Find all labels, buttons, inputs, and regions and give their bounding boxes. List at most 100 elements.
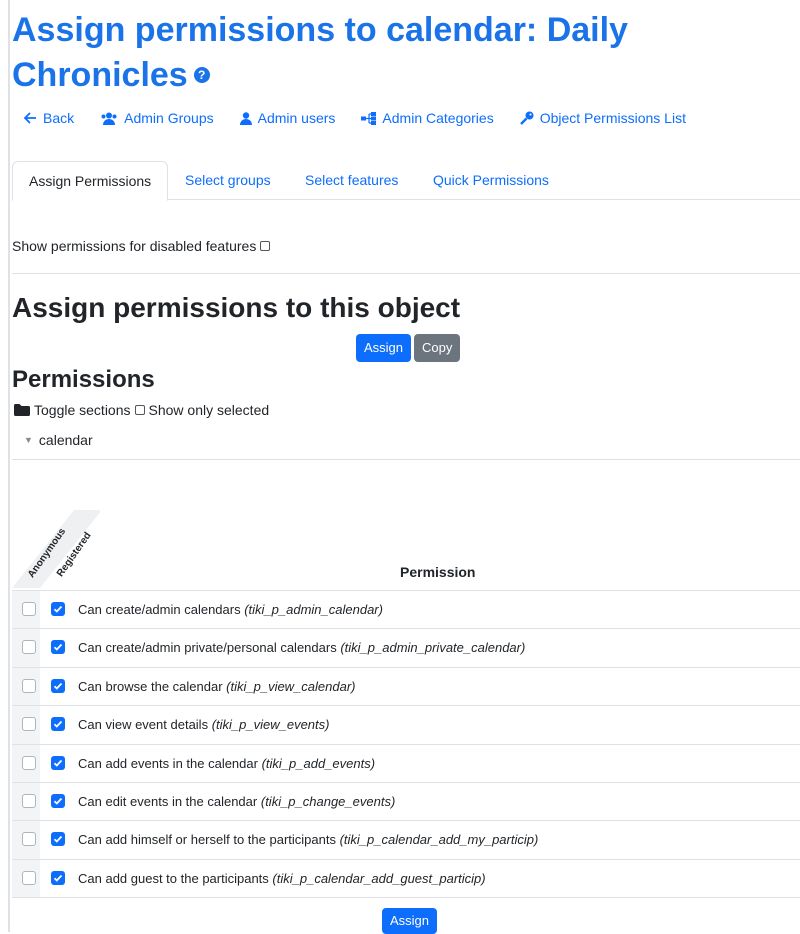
check-icon	[53, 797, 63, 805]
permissions-table: Can create/admin calendars (tiki_p_admin…	[12, 591, 800, 899]
column-permission: Permission	[400, 564, 476, 580]
table-row: Can add guest to the participants (tiki_…	[12, 860, 800, 899]
anonymous-checkbox[interactable]	[22, 640, 36, 655]
permission-label: Can create/admin calendars	[78, 602, 241, 617]
page-title: Assign permissions to calendar: Daily Ch…	[12, 8, 792, 98]
tab-assign-permissions[interactable]: Assign Permissions	[12, 161, 169, 201]
permission-label: Can add himself or herself to the partic…	[78, 832, 336, 848]
back-link-label: Back	[43, 110, 75, 126]
bottom-assign-button[interactable]: Assign	[382, 908, 438, 934]
admin-groups-link[interactable]: Admin Groups	[100, 110, 214, 126]
show-only-selected-checkbox[interactable]	[134, 405, 145, 415]
check-icon	[53, 836, 63, 844]
anonymous-checkbox[interactable]	[22, 717, 36, 732]
permission-label: Can add guest to the participants	[78, 870, 269, 886]
divider	[12, 273, 800, 274]
table-row: Can browse the calendar (tiki_p_view_cal…	[12, 668, 800, 707]
show-disabled-label: Show permissions for disabled features	[12, 238, 257, 254]
admin-nav-links: Back Admin Groups Admin users Admin Cate…	[24, 110, 686, 126]
admin-users-label: Admin users	[257, 110, 336, 126]
permission-code: (tiki_p_admin_calendar)	[244, 602, 383, 617]
permission-text: Can add events in the calendar (tiki_p_a…	[78, 756, 375, 771]
table-row: Can add events in the calendar (tiki_p_a…	[12, 745, 800, 783]
permission-label: Can browse the calendar	[78, 678, 223, 694]
assign-button[interactable]: Assign	[356, 334, 412, 362]
object-permissions-list-link[interactable]: Object Permissions List	[519, 110, 686, 126]
back-link[interactable]: Back	[24, 110, 74, 126]
question-circle-icon[interactable]: ?	[193, 67, 210, 84]
registered-checkbox[interactable]	[51, 793, 65, 808]
folder-icon	[14, 404, 30, 416]
sitemap-icon	[361, 111, 377, 125]
table-row: Can add himself or herself to the partic…	[12, 821, 800, 860]
admin-categories-label: Admin Categories	[382, 110, 494, 126]
key-icon	[519, 111, 534, 125]
permission-code: (tiki_p_admin_private_calendar)	[340, 640, 526, 656]
permission-label: Can edit events in the calendar	[78, 793, 258, 809]
permission-code: (tiki_p_view_calendar)	[226, 678, 356, 694]
registered-checkbox[interactable]	[51, 755, 65, 770]
admin-categories-link[interactable]: Admin Categories	[361, 110, 494, 126]
permission-text: Can edit events in the calendar (tiki_p_…	[78, 794, 395, 809]
permission-label: Can add events in the calendar	[78, 755, 258, 771]
registered-checkbox[interactable]	[51, 870, 65, 885]
registered-checkbox[interactable]	[51, 640, 65, 655]
tab-select-groups[interactable]: Select groups	[169, 161, 287, 200]
show-disabled-row: Show permissions for disabled features	[12, 238, 271, 254]
tab-quick-permissions[interactable]: Quick Permissions	[417, 161, 565, 200]
anonymous-checkbox[interactable]	[22, 793, 36, 808]
object-permissions-list-label: Object Permissions List	[539, 110, 686, 126]
permission-label: Can create/admin private/personal calend…	[78, 640, 337, 656]
page-title-text: Assign permissions to calendar: Daily Ch…	[12, 11, 628, 94]
toggle-sections-link[interactable]: Toggle sections	[34, 402, 131, 418]
admin-users-link[interactable]: Admin users	[239, 110, 336, 126]
permission-code: (tiki_p_calendar_add_my_particip)	[339, 832, 539, 848]
permission-code: (tiki_p_change_events)	[260, 793, 396, 809]
page-left-border	[8, 0, 10, 932]
column-header-band: Anonymous Registered	[10, 490, 100, 590]
check-icon	[53, 682, 63, 690]
anonymous-checkbox[interactable]	[22, 755, 36, 770]
permission-text: Can add himself or herself to the partic…	[78, 832, 538, 847]
user-icon	[239, 111, 252, 125]
check-icon	[53, 721, 63, 728]
permission-code: (tiki_p_add_events)	[261, 755, 376, 771]
check-icon	[53, 874, 63, 882]
permission-text: Can view event details (tiki_p_view_even…	[78, 717, 329, 732]
arrow-left-icon	[24, 112, 36, 124]
show-only-selected-label: Show only selected	[148, 402, 270, 418]
section-name: calendar	[38, 432, 93, 448]
table-row: Can create/admin private/personal calend…	[12, 629, 800, 668]
permission-text: Can browse the calendar (tiki_p_view_cal…	[78, 679, 356, 694]
show-disabled-checkbox[interactable]	[260, 241, 271, 251]
permission-code: (tiki_p_view_events)	[211, 717, 330, 733]
tab-select-features[interactable]: Select features	[289, 161, 414, 200]
anonymous-checkbox[interactable]	[22, 678, 36, 693]
check-icon	[53, 644, 63, 652]
permission-label: Can view event details	[78, 717, 209, 733]
table-row: Can edit events in the calendar (tiki_p_…	[12, 783, 800, 822]
registered-checkbox[interactable]	[51, 678, 65, 693]
caret-down-icon: ▼	[24, 435, 33, 445]
toggle-row: Toggle sections Show only selected	[14, 402, 269, 418]
registered-checkbox[interactable]	[51, 602, 65, 616]
users-icon	[101, 112, 117, 125]
registered-checkbox[interactable]	[51, 832, 65, 847]
check-icon	[53, 605, 63, 613]
tab-bar: Assign Permissions Select groups Select …	[12, 161, 800, 201]
anonymous-checkbox[interactable]	[22, 832, 36, 847]
registered-checkbox[interactable]	[51, 717, 65, 732]
permission-text: Can create/admin calendars (tiki_p_admin…	[78, 602, 383, 617]
permissions-heading: Permissions	[12, 366, 155, 393]
permission-text: Can create/admin private/personal calend…	[78, 640, 525, 655]
anonymous-checkbox[interactable]	[22, 870, 36, 885]
anonymous-checkbox[interactable]	[22, 602, 36, 616]
permission-code: (tiki_p_calendar_add_guest_particip)	[272, 870, 486, 886]
table-row: Can view event details (tiki_p_view_even…	[12, 706, 800, 745]
section-calendar-toggle[interactable]: ▼ calendar	[24, 432, 93, 448]
copy-button[interactable]: Copy	[414, 334, 461, 362]
divider	[12, 459, 800, 460]
admin-groups-label: Admin Groups	[124, 110, 214, 126]
check-icon	[53, 759, 63, 767]
table-row: Can create/admin calendars (tiki_p_admin…	[12, 591, 800, 630]
